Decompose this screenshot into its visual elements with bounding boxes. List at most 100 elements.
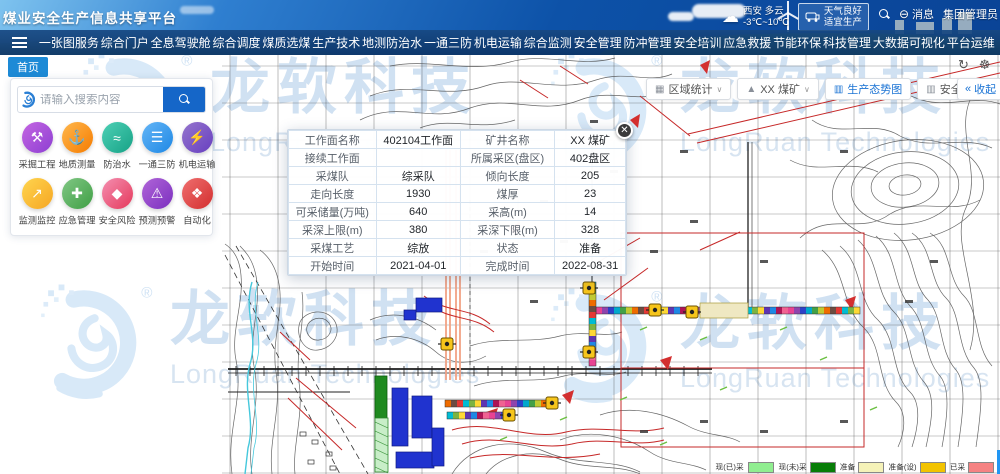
medkit-icon: ✚ bbox=[62, 178, 93, 209]
toolbar-button-区域统计[interactable]: ▦区域统计∨ bbox=[646, 78, 731, 100]
messages-button[interactable]: ⊖消息 bbox=[899, 6, 934, 22]
field-value: 综采队 bbox=[376, 167, 460, 185]
nav-item-15[interactable]: 节能环保 bbox=[773, 34, 821, 51]
svg-text:®: ® bbox=[181, 55, 192, 69]
nav-items: 一张图服务综合门户全息驾驶舱综合调度煤质选煤生产技术地测防治水一通三防机电运输综… bbox=[38, 34, 1000, 51]
close-icon[interactable]: ✕ bbox=[616, 122, 633, 139]
search-bar bbox=[17, 86, 206, 113]
mine-icon: ▲ bbox=[746, 84, 756, 95]
nav-item-13[interactable]: 安全培训 bbox=[673, 34, 721, 51]
nav-item-16[interactable]: 科技管理 bbox=[823, 34, 871, 51]
legend-swatch bbox=[748, 462, 774, 473]
app-shortcut-监测监控[interactable]: ↗监测监控 bbox=[17, 178, 57, 227]
table-row: 走向长度1930煤厚23 bbox=[289, 185, 626, 203]
app-header: 煤业安全生产信息共享平台 ☁ 西安 多云 -3℃~10℃ 天气良好 适宜生产 ⊖… bbox=[0, 0, 1000, 55]
app-shortcut-采掘工程[interactable]: ⚒采掘工程 bbox=[17, 122, 57, 171]
toolbar-button-生产态势图[interactable]: ▥生产态势图 bbox=[825, 78, 911, 100]
refresh-icon[interactable]: ↻ bbox=[958, 57, 969, 73]
weather-city: 西安 多云 bbox=[743, 6, 789, 17]
nav-item-11[interactable]: 安全管理 bbox=[574, 34, 622, 51]
legend-label: 现(未)采 bbox=[778, 462, 806, 473]
field-label: 接续工作面 bbox=[289, 149, 377, 167]
collapse-button[interactable]: «收起 bbox=[957, 78, 1000, 100]
table-row: 采煤工艺综放状态准备 bbox=[289, 239, 626, 257]
tab-home[interactable]: 首页 bbox=[8, 57, 48, 77]
table-row: 采煤队综采队倾向长度205 bbox=[289, 167, 626, 185]
nav-item-5[interactable]: 煤质选煤 bbox=[262, 34, 310, 51]
hamburger-menu-icon[interactable] bbox=[0, 37, 38, 48]
app-shortcut-label: 应急管理 bbox=[59, 213, 96, 227]
app-shortcut-机电运输[interactable]: ⚡机电运输 bbox=[177, 122, 217, 171]
legend-item-已采: 已采 bbox=[949, 461, 994, 473]
alert-icon: ⚠ bbox=[142, 178, 173, 209]
field-label: 工作面名称 bbox=[289, 131, 377, 149]
field-value: 402盘区 bbox=[555, 149, 626, 167]
nav-item-4[interactable]: 综合调度 bbox=[213, 34, 261, 51]
search-input[interactable] bbox=[40, 94, 163, 106]
nav-item-14[interactable]: 应急救援 bbox=[723, 34, 771, 51]
toolbar-button-label: 区域统计 bbox=[668, 81, 712, 97]
table-row: 工作面名称402104工作面矿井名称XX 煤矿 bbox=[289, 131, 626, 149]
svg-text:®: ® bbox=[141, 284, 152, 301]
map-legend: 现(已)采 现(未)采 准备准备(设)已采 bbox=[714, 461, 994, 473]
field-value: 205 bbox=[555, 167, 626, 185]
nav-item-6[interactable]: 生产技术 bbox=[312, 34, 360, 51]
nav-item-17[interactable]: 大数据可视化 bbox=[873, 34, 945, 51]
nav-item-1[interactable]: 一张图服务 bbox=[39, 34, 99, 51]
nav-item-10[interactable]: 综合监测 bbox=[524, 34, 572, 51]
search-icon[interactable] bbox=[879, 9, 890, 20]
field-value: 14 bbox=[555, 203, 626, 221]
settings-gear-icon[interactable]: ☸ bbox=[979, 57, 991, 73]
weather-status-line2: 适宜生产 bbox=[824, 17, 862, 28]
nav-item-9[interactable]: 机电运输 bbox=[474, 34, 522, 51]
toolbar-button-XX 煤矿[interactable]: ▲XX 煤矿∨ bbox=[737, 78, 819, 100]
toolbar-button-label: XX 煤矿 bbox=[760, 81, 800, 97]
nav-item-12[interactable]: 防冲管理 bbox=[624, 34, 672, 51]
main-nav: 一张图服务综合门户全息驾驶舱综合调度煤质选煤生产技术地测防治水一通三防机电运输综… bbox=[0, 30, 1000, 55]
nav-item-3[interactable]: 全息驾驶舱 bbox=[151, 34, 211, 51]
field-label: 矿井名称 bbox=[460, 131, 554, 149]
collapse-icon: « bbox=[965, 83, 971, 95]
field-label: 开始时间 bbox=[289, 257, 377, 275]
search-button[interactable] bbox=[163, 86, 205, 113]
app-shortcut-预测预警[interactable]: ⚠预测预警 bbox=[137, 178, 177, 227]
table-row: 开始时间2021-04-01完成时间2022-08-31 bbox=[289, 257, 626, 275]
nav-item-18[interactable]: 平台运维 bbox=[947, 34, 995, 51]
cloud-decoration bbox=[180, 6, 214, 14]
app-shortcut-一通三防[interactable]: ☰一通三防 bbox=[137, 122, 177, 171]
nav-item-7[interactable]: 地测防治水 bbox=[362, 34, 422, 51]
search-icon bbox=[179, 94, 190, 105]
legend-swatch bbox=[968, 462, 994, 473]
weather-status-box: 天气良好 适宜生产 bbox=[798, 3, 869, 31]
user-account-label[interactable]: 集团管理员 bbox=[943, 6, 998, 22]
weather-status-line1: 天气良好 bbox=[824, 6, 862, 17]
legend-label: 现(已)采 bbox=[716, 462, 744, 473]
collapse-label: 收起 bbox=[974, 81, 996, 97]
header-right-group: ⊖消息 集团管理员 bbox=[879, 6, 998, 22]
anchor-icon: ⚓ bbox=[62, 122, 93, 153]
main-content: ®龙软科技LongRuan Technologies®龙软科技LongRuan … bbox=[0, 55, 1000, 474]
legend-item-准备(设): 准备(设) bbox=[887, 461, 946, 473]
field-value: 准备 bbox=[555, 239, 626, 257]
nav-item-8[interactable]: 一通三防 bbox=[424, 34, 472, 51]
weather-cloud-icon: ☁ bbox=[722, 7, 739, 27]
field-value bbox=[376, 149, 460, 167]
nav-item-2[interactable]: 综合门户 bbox=[101, 34, 149, 51]
app-screen: 煤业安全生产信息共享平台 ☁ 西安 多云 -3℃~10℃ 天气良好 适宜生产 ⊖… bbox=[0, 0, 1000, 474]
field-label: 状态 bbox=[460, 239, 554, 257]
legend-item-现(未)采: 现(未)采 bbox=[777, 461, 836, 473]
app-shortcut-应急管理[interactable]: ✚ 应急管理 bbox=[57, 178, 97, 227]
app-shortcut-地质测量[interactable]: ⚓ 地质测量 bbox=[57, 122, 97, 171]
table-row: 采深上限(m)380采深下限(m)328 bbox=[289, 221, 626, 239]
message-icon: ⊖ bbox=[899, 7, 909, 21]
legend-item-准备: 准备 bbox=[839, 461, 884, 473]
app-shortcut-安全风险[interactable]: ◆安全风险 bbox=[97, 178, 137, 227]
legend-swatch bbox=[810, 462, 836, 473]
app-shortcut-防治水[interactable]: ≈防治水 bbox=[97, 122, 137, 171]
table-row: 可采储量(万吨)640采高(m)14 bbox=[289, 203, 626, 221]
field-value: XX 煤矿 bbox=[555, 131, 626, 149]
app-shortcut-自动化[interactable]: ❖自动化 bbox=[177, 178, 217, 227]
app-shortcut-label: 地质测量 bbox=[59, 157, 96, 171]
map-corner-icons: ↻ ☸ bbox=[958, 57, 991, 73]
plug-icon: ⚡ bbox=[182, 122, 213, 153]
